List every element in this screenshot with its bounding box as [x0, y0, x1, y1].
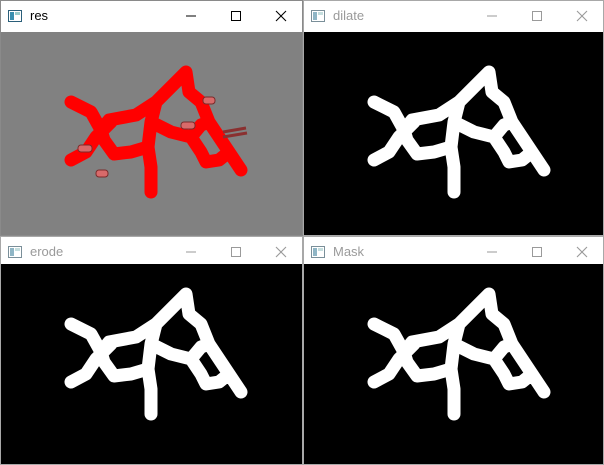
window-title: res	[30, 8, 49, 23]
image-view-erode	[1, 264, 302, 465]
maximize-icon	[230, 11, 241, 21]
maximize-button[interactable]	[514, 0, 559, 32]
window-erode: erode	[0, 236, 303, 465]
minimize-icon	[486, 251, 497, 253]
minimize-icon	[486, 15, 497, 17]
window-res: res	[0, 0, 303, 236]
window-title: Mask	[333, 244, 365, 259]
minimize-button[interactable]	[168, 0, 213, 32]
maximize-icon	[531, 11, 542, 21]
window-app-icon	[8, 245, 22, 258]
window-dilate: dilate	[303, 0, 604, 236]
maximize-icon	[230, 247, 241, 257]
title-bar[interactable]: res	[0, 0, 303, 32]
close-icon	[275, 246, 286, 258]
image-view-mask	[304, 264, 603, 465]
window-title: erode	[30, 244, 64, 259]
maximize-button[interactable]	[213, 0, 258, 32]
close-icon	[576, 246, 587, 258]
minimize-icon	[185, 251, 196, 253]
close-icon	[576, 10, 587, 22]
window-app-icon	[8, 9, 22, 22]
close-button[interactable]	[559, 0, 604, 32]
window-app-icon	[311, 245, 325, 258]
minimize-icon	[185, 15, 196, 17]
title-bar[interactable]: dilate	[303, 0, 604, 32]
close-button[interactable]	[258, 0, 303, 32]
close-icon	[275, 10, 286, 22]
maximize-icon	[531, 247, 542, 257]
minimize-button[interactable]	[469, 0, 514, 32]
window-title: dilate	[333, 8, 365, 23]
window-mask: Mask	[303, 236, 604, 465]
image-view-res	[1, 32, 302, 236]
image-view-dilate	[304, 32, 603, 236]
window-app-icon	[311, 9, 325, 22]
